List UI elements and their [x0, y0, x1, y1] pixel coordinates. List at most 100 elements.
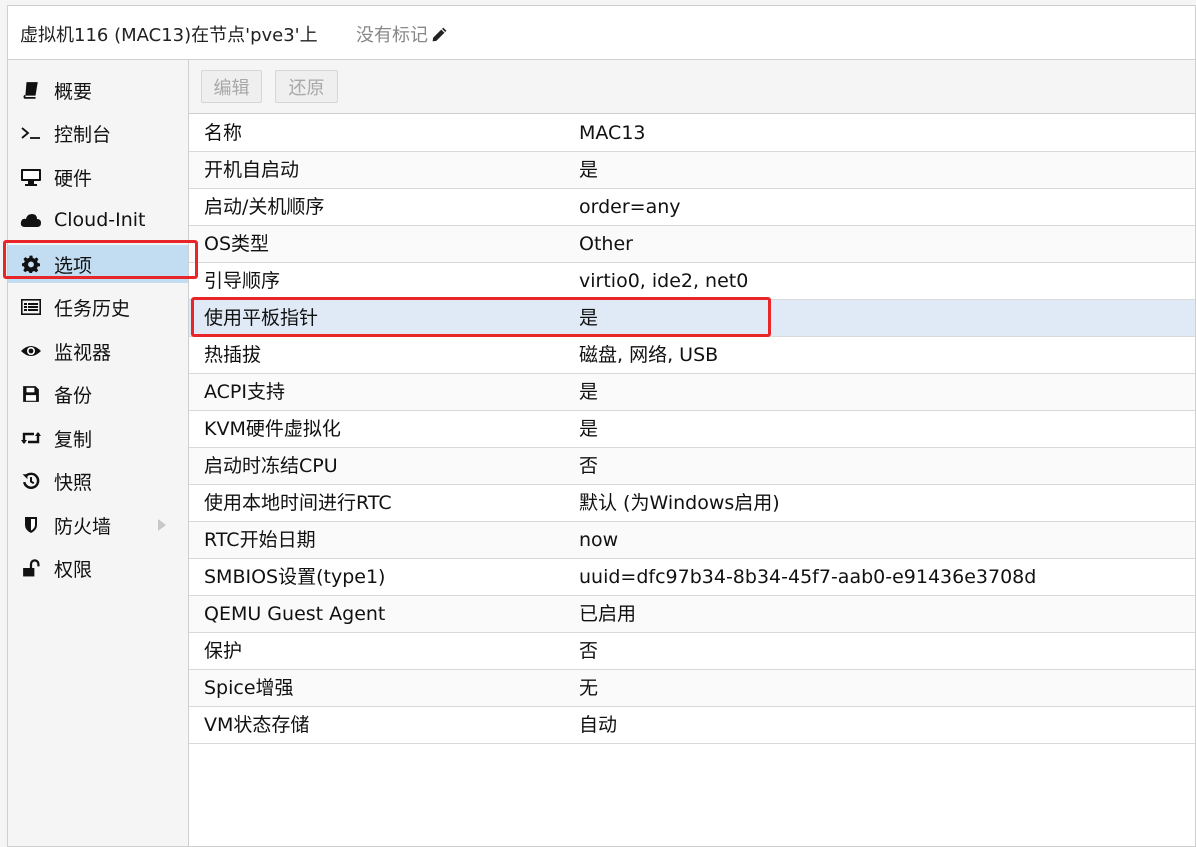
sidebar-item-label: 概要	[54, 80, 93, 103]
sidebar-item-summary[interactable]: 概要	[8, 71, 188, 109]
option-key: OS类型	[204, 233, 270, 255]
unlock-icon	[20, 557, 42, 579]
sidebar-item-label: 快照	[54, 471, 93, 494]
list-icon	[20, 296, 42, 318]
sidebar-item-snapshot[interactable]: 快照	[8, 462, 188, 500]
tags-edit-button[interactable]: 没有标记	[356, 21, 448, 47]
option-key: 使用本地时间进行RTC	[204, 492, 392, 514]
table-row[interactable]: RTC开始日期 now	[189, 522, 1195, 559]
option-value: 是	[579, 418, 599, 440]
book-icon	[20, 79, 42, 101]
option-value: 无	[579, 677, 599, 699]
option-value: 否	[579, 640, 599, 662]
table-row[interactable]: VM状态存储 自动	[189, 707, 1195, 744]
terminal-icon	[20, 122, 42, 144]
table-row[interactable]: SMBIOS设置(type1) uuid=dfc97b34-8b34-45f7-a…	[189, 559, 1195, 596]
option-value: MAC13	[579, 122, 646, 144]
cloud-icon	[20, 209, 42, 231]
sidebar-item-label: 防火墙	[54, 515, 112, 538]
table-row[interactable]: 名称 MAC13	[189, 115, 1195, 152]
floppy-icon	[20, 383, 42, 405]
option-value: 是	[579, 381, 599, 403]
option-key: RTC开始日期	[204, 529, 316, 551]
table-row[interactable]: 启动时冻结CPU 否	[189, 448, 1195, 485]
option-value: virtio0, ide2, net0	[579, 270, 749, 292]
table-row[interactable]: 热插拔 磁盘, 网络, USB	[189, 337, 1195, 374]
revert-button[interactable]: 还原	[275, 70, 338, 103]
table-row[interactable]: Spice增强 无	[189, 670, 1195, 707]
option-key: 名称	[204, 122, 243, 144]
option-key: ACPI支持	[204, 381, 285, 403]
option-key: 使用平板指针	[204, 307, 319, 329]
option-key: 引导顺序	[204, 270, 281, 292]
title-bar: 虚拟机116 (MAC13)在节点'pve3'上 没有标记	[8, 6, 1195, 60]
shield-icon	[20, 514, 42, 536]
table-row[interactable]: QEMU Guest Agent 已启用	[189, 596, 1195, 633]
table-row[interactable]: 启动/关机顺序 order=any	[189, 189, 1195, 226]
sidebar-item-label: 任务历史	[54, 297, 131, 320]
option-value: uuid=dfc97b34-8b34-45f7-aab0-e91436e3708…	[579, 566, 1037, 588]
sidebar-item-options[interactable]: 选项	[8, 245, 188, 283]
sidebar: 概要 控制台 硬件 Cloud-Init 选项 任务历史 监视器 备份 复制 快…	[8, 60, 189, 846]
option-key: 保护	[204, 640, 243, 662]
pencil-icon	[431, 26, 448, 43]
table-row[interactable]: KVM硬件虚拟化 是	[189, 411, 1195, 448]
sidebar-item-label: 权限	[54, 558, 93, 581]
table-row-selected[interactable]: 使用平板指针 是	[189, 300, 1195, 337]
sidebar-item-label: 备份	[54, 384, 93, 407]
option-key: 热插拔	[204, 344, 262, 366]
option-key: 启动/关机顺序	[204, 196, 325, 218]
option-value: 否	[579, 455, 599, 477]
sidebar-item-label: 复制	[54, 428, 93, 451]
option-value: Other	[579, 233, 633, 255]
sidebar-item-label: 控制台	[54, 123, 112, 146]
option-value: 自动	[579, 714, 618, 736]
option-value: 默认 (为Windows启用)	[579, 492, 780, 514]
eye-icon	[20, 340, 42, 362]
desktop-icon	[20, 166, 42, 188]
sidebar-item-permissions[interactable]: 权限	[8, 549, 188, 587]
option-value: 磁盘, 网络, USB	[579, 344, 719, 366]
toolbar: 编辑 还原	[189, 60, 1195, 114]
option-key: 开机自启动	[204, 159, 300, 181]
option-key: QEMU Guest Agent	[204, 603, 386, 625]
history-icon	[20, 470, 42, 492]
option-value: 是	[579, 159, 599, 181]
retweet-icon	[20, 427, 42, 449]
option-key: SMBIOS设置(type1)	[204, 566, 386, 588]
vm-panel: 虚拟机116 (MAC13)在节点'pve3'上 没有标记 概要 控制台 硬件	[7, 5, 1196, 847]
sidebar-item-cloud-init[interactable]: Cloud-Init	[8, 201, 188, 239]
sidebar-item-label: 监视器	[54, 341, 112, 364]
sidebar-item-monitor[interactable]: 监视器	[8, 332, 188, 370]
options-grid: 名称 MAC13 开机自启动是 启动/关机顺序 order=any OS类型 Othe…	[189, 115, 1195, 744]
option-key: 启动时冻结CPU	[204, 455, 338, 477]
panel-title: 虚拟机116 (MAC13)在节点'pve3'上	[20, 25, 318, 46]
table-row[interactable]: 引导顺序 virtio0, ide2, net0	[189, 263, 1195, 300]
sidebar-item-label: 硬件	[54, 167, 93, 190]
option-key: Spice增强	[204, 677, 294, 699]
table-row[interactable]: 保护 否	[189, 633, 1195, 670]
sidebar-item-task-history[interactable]: 任务历史	[8, 288, 188, 326]
option-value: order=any	[579, 196, 681, 218]
tags-label: 没有标记	[356, 25, 428, 46]
sidebar-item-label: 选项	[54, 254, 93, 277]
sidebar-item-backup[interactable]: 备份	[8, 375, 188, 413]
option-value: now	[579, 529, 619, 551]
chevron-right-icon[interactable]	[158, 519, 166, 531]
option-value: 是	[579, 307, 599, 329]
sidebar-item-console[interactable]: 控制台	[8, 114, 188, 152]
gear-icon	[20, 253, 42, 275]
table-row[interactable]: ACPI支持 是	[189, 374, 1195, 411]
sidebar-item-hardware[interactable]: 硬件	[8, 158, 188, 196]
option-key: VM状态存储	[204, 714, 310, 736]
sidebar-item-firewall[interactable]: 防火墙	[8, 506, 188, 544]
table-row[interactable]: OS类型 Other	[189, 226, 1195, 263]
sidebar-item-replication[interactable]: 复制	[8, 419, 188, 457]
table-row[interactable]: 开机自启动 是	[189, 152, 1195, 189]
options-panel: 编辑 还原 名称 MAC13 开机自启动是 启动/关机顺序 order=any OS…	[189, 60, 1195, 846]
edit-button[interactable]: 编辑	[201, 70, 262, 103]
option-value: 已启用	[579, 603, 637, 625]
sidebar-item-label: Cloud-Init	[54, 209, 146, 231]
option-key: KVM硬件虚拟化	[204, 418, 341, 440]
table-row[interactable]: 使用本地时间进行RTC 默认 (为Windows启用)	[189, 485, 1195, 522]
